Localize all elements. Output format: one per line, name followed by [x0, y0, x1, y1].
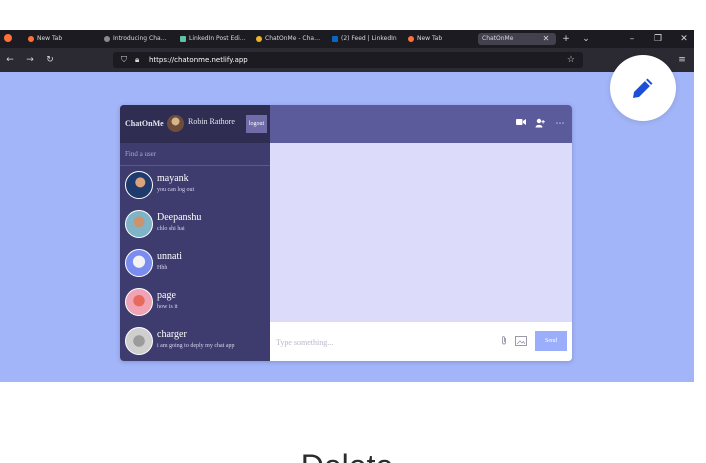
- pencil-icon: [633, 78, 653, 98]
- hand-favicon-icon: [256, 35, 262, 42]
- message-input[interactable]: [276, 334, 486, 350]
- hamburger-menu-icon[interactable]: ≡: [676, 54, 688, 66]
- chat-last-message: how is it: [157, 304, 178, 310]
- bookmark-star-icon[interactable]: ☆: [567, 54, 575, 66]
- user-search: [120, 143, 270, 166]
- tab-new-tab-2[interactable]: New Tab: [408, 33, 468, 45]
- document-favicon-icon: [180, 35, 186, 42]
- chat-user-name: page: [157, 290, 176, 301]
- find-user-input[interactable]: [125, 146, 263, 162]
- tab-chatonme-chat[interactable]: ChatOnMe - Cha…: [256, 33, 322, 45]
- chat-item-deepanshu[interactable]: Deepanshu chlo shi hai: [120, 205, 270, 244]
- close-window-icon[interactable]: ✕: [678, 33, 690, 45]
- chat-item-mayank[interactable]: mayank you can log out: [120, 166, 270, 205]
- tracking-shield-icon[interactable]: ⛉: [121, 54, 127, 66]
- back-arrow-icon[interactable]: ←: [4, 54, 16, 66]
- chat-last-message: you can log out: [157, 187, 195, 193]
- screenshot-stage: New Tab Introducing Cha… LinkedIn Post E…: [0, 0, 706, 463]
- video-camera-icon[interactable]: [515, 118, 527, 130]
- chat-last-message: chlo shi hai: [157, 226, 185, 232]
- chat-last-message: i am going to deply my chat app: [157, 343, 235, 349]
- avatar: [125, 327, 153, 355]
- new-tab-plus-icon[interactable]: +: [560, 33, 572, 45]
- app-logo: ChatOnMe: [125, 119, 164, 128]
- chat-list: mayank you can log out Deepanshu chlo sh…: [120, 166, 270, 361]
- edit-button[interactable]: [610, 55, 676, 121]
- list-all-tabs-chevron-icon[interactable]: ⌄: [580, 33, 592, 45]
- browser-window: New Tab Introducing Cha… LinkedIn Post E…: [0, 30, 694, 382]
- linkedin-favicon-icon: [332, 35, 338, 42]
- chat-item-charger[interactable]: charger i am going to deply my chat app: [120, 322, 270, 361]
- chat-user-name: mayank: [157, 173, 189, 184]
- chat-header: ⋯: [270, 105, 572, 143]
- avatar: [125, 171, 153, 199]
- section-heading: Delete: [0, 450, 694, 463]
- tab-linkedin-post-editor[interactable]: LinkedIn Post Edi…: [180, 33, 246, 45]
- chat-last-message: Hhh: [157, 265, 168, 271]
- add-user-icon[interactable]: [534, 118, 546, 130]
- tab-new-tab-1[interactable]: New Tab: [28, 33, 92, 45]
- tab-bar: New Tab Introducing Cha… LinkedIn Post E…: [0, 30, 694, 48]
- sidebar: ChatOnMe Robin Rathore logout mayank you…: [120, 105, 270, 361]
- avatar: [125, 288, 153, 316]
- address-bar[interactable]: ⛉ 🔒︎ https://chatonme.netlify.app ☆: [113, 52, 583, 68]
- page-favicon-icon: [104, 35, 110, 42]
- navigation-toolbar: ← → ↻ ⛉ 🔒︎ https://chatonme.netlify.app …: [0, 48, 694, 72]
- restore-window-icon[interactable]: ❐: [652, 33, 664, 45]
- sidebar-navbar: ChatOnMe Robin Rathore logout: [120, 105, 270, 143]
- avatar: [125, 249, 153, 277]
- message-input-bar: Send: [270, 322, 572, 361]
- chat-user-name: charger: [157, 329, 187, 340]
- reload-icon[interactable]: ↻: [44, 54, 56, 66]
- paperclip-icon[interactable]: [498, 335, 510, 347]
- firefox-favicon-icon: [28, 35, 34, 42]
- close-tab-icon[interactable]: ✕: [541, 33, 551, 45]
- chat-user-name: Deepanshu: [157, 212, 202, 223]
- forward-arrow-icon[interactable]: →: [24, 54, 36, 66]
- chat-app: ChatOnMe Robin Rathore logout mayank you…: [120, 105, 572, 361]
- chat-item-unnati[interactable]: unnati Hhh: [120, 244, 270, 283]
- firefox-view-icon[interactable]: [4, 34, 12, 42]
- send-button[interactable]: Send: [535, 331, 567, 351]
- messages-area: [270, 143, 572, 322]
- tab-linkedin-feed[interactable]: (2) Feed | LinkedIn: [332, 33, 404, 45]
- minimize-window-icon[interactable]: –: [626, 33, 638, 45]
- tab-introducing-chat[interactable]: Introducing Cha…: [104, 33, 172, 45]
- firefox-favicon-icon: [408, 35, 414, 42]
- chat-user-name: unnati: [157, 251, 182, 262]
- logout-button[interactable]: logout: [246, 115, 267, 133]
- chat-item-page[interactable]: page how is it: [120, 283, 270, 322]
- image-icon[interactable]: [515, 336, 527, 346]
- url-text[interactable]: https://chatonme.netlify.app: [149, 54, 248, 66]
- more-dots-icon[interactable]: ⋯: [554, 118, 566, 130]
- lock-icon[interactable]: 🔒︎: [135, 54, 139, 66]
- chat-panel: ⋯ Send: [270, 105, 572, 361]
- current-user-avatar: [167, 115, 184, 132]
- current-user-name: Robin Rathore: [188, 117, 235, 126]
- avatar: [125, 210, 153, 238]
